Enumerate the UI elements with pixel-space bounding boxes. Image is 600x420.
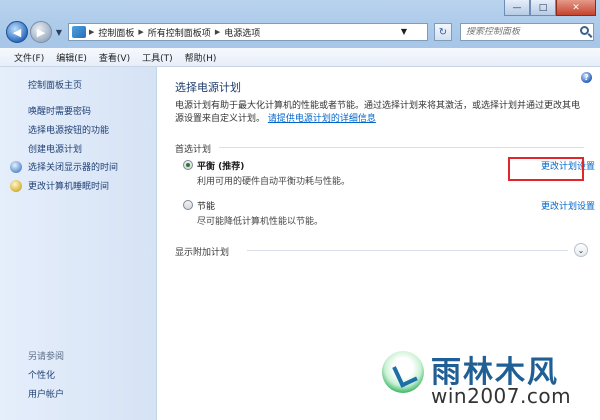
moon-icon (10, 179, 22, 192)
plan-radio-balanced[interactable] (183, 160, 193, 170)
menu-view[interactable]: 查看(V) (93, 51, 136, 64)
search-icon[interactable] (580, 26, 589, 35)
breadcrumb-control-panel[interactable]: 控制面板 (94, 26, 138, 39)
plan-description: 尽可能降低计算机性能以节能。 (197, 217, 324, 227)
menu-help[interactable]: 帮助(H) (179, 51, 223, 64)
watermark-logo (382, 351, 424, 393)
address-dropdown-icon[interactable]: ▼ (401, 27, 407, 36)
sidebar-item-label: 选择关闭显示器的时间 (28, 163, 119, 173)
back-button[interactable]: ◀ (6, 21, 28, 43)
control-panel-icon (72, 26, 86, 38)
page-description: 电源计划有助于最大化计算机的性能或者节能。通过选择计划来将其激活，或选择计划并通… (175, 100, 585, 126)
section-divider (219, 147, 584, 148)
menu-file[interactable]: 文件(F) (8, 51, 50, 64)
forward-button[interactable]: ▶ (30, 21, 52, 43)
sidebar-item-create-plan[interactable]: 创建电源计划 (28, 142, 82, 155)
sidebar-item-user-accounts[interactable]: 用户帐户 (28, 387, 64, 400)
maximize-button[interactable]: □ (530, 0, 556, 16)
see-also-heading: 另请参阅 (28, 352, 65, 362)
sidebar-item-personalization[interactable]: 个性化 (28, 368, 55, 381)
breadcrumb-all-items[interactable]: 所有控制面板项 (144, 26, 215, 39)
address-bar[interactable]: ▶ 控制面板 ▶ 所有控制面板项 ▶ 电源选项 ▼ (68, 23, 428, 41)
breadcrumb-power-options[interactable]: 电源选项 (220, 26, 264, 39)
menu-edit[interactable]: 编辑(E) (50, 51, 93, 64)
refresh-button[interactable]: ↻ (434, 23, 452, 41)
sidebar-item-label: 更改计算机睡眠时间 (28, 182, 110, 192)
menu-tools[interactable]: 工具(T) (136, 51, 179, 64)
section-divider (247, 250, 568, 251)
sidebar-item-sleep-time[interactable]: 更改计算机睡眠时间 (10, 179, 109, 192)
help-icon[interactable]: ? (581, 72, 592, 83)
caption-buttons: — □ ✕ (504, 0, 596, 16)
sidebar-item-display-off[interactable]: 选择关闭显示器的时间 (10, 160, 118, 173)
watermark-url: win2007.com (431, 384, 572, 408)
preferred-plans-heading: 首选计划 (175, 145, 212, 155)
plan-name[interactable]: 平衡 (推荐) (197, 159, 244, 172)
show-additional-plans-label[interactable]: 显示附加计划 (175, 245, 229, 258)
display-icon (10, 160, 22, 173)
page-title: 选择电源计划 (175, 81, 241, 94)
plan-details-link[interactable]: 请提供电源计划的详细信息 (268, 114, 376, 124)
description-text: 电源计划有助于最大化计算机的性能或者节能。通过选择计划来将其激活，或选择计划并通… (175, 101, 581, 124)
plan-radio-power-saver[interactable] (183, 200, 193, 210)
change-plan-settings-link[interactable]: 更改计划设置 (541, 199, 595, 212)
search-input[interactable] (461, 27, 593, 37)
plan-name[interactable]: 节能 (197, 199, 215, 212)
sidebar: 控制面板主页 唤醒时需要密码 选择电源按钮的功能 创建电源计划 选择关闭显示器的… (0, 67, 157, 420)
search-box[interactable] (460, 23, 594, 41)
sidebar-item-wake-password[interactable]: 唤醒时需要密码 (28, 104, 91, 117)
plan-description: 利用可用的硬件自动平衡功耗与性能。 (197, 177, 351, 187)
sidebar-item-power-buttons[interactable]: 选择电源按钮的功能 (28, 123, 109, 136)
minimize-button[interactable]: — (504, 0, 530, 16)
close-button[interactable]: ✕ (556, 0, 596, 16)
sidebar-home-link[interactable]: 控制面板主页 (28, 78, 82, 91)
chevron-down-icon[interactable]: ⌄ (574, 243, 588, 257)
menu-bar: 文件(F) 编辑(E) 查看(V) 工具(T) 帮助(H) (0, 48, 600, 67)
navigation-row: ◀ ▶ ▼ ▶ 控制面板 ▶ 所有控制面板项 ▶ 电源选项 ▼ ↻ (6, 19, 594, 45)
recent-pages-dropdown[interactable]: ▼ (54, 28, 64, 37)
highlight-box (508, 157, 584, 181)
